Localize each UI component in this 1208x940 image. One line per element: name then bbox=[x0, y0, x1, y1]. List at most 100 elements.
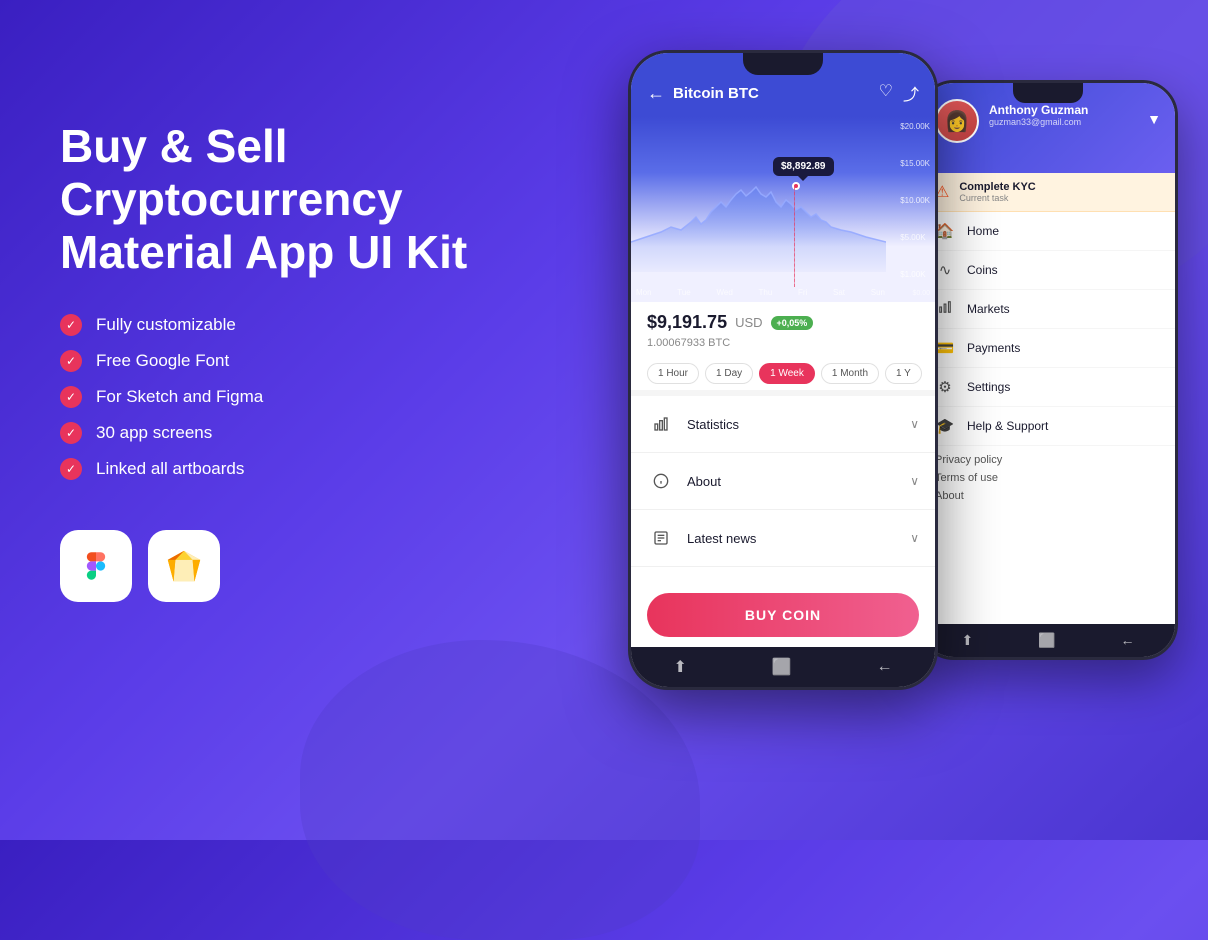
user-info: Anthony Guzman guzman33@gmail.com bbox=[989, 103, 1088, 127]
home-label: Home bbox=[967, 224, 999, 238]
price-row: $9,191.75 USD +0,05% bbox=[647, 312, 919, 333]
home-icon: 🏠 bbox=[935, 222, 955, 240]
menu-item-news[interactable]: Latest news ∨ bbox=[631, 510, 935, 567]
privacy-link[interactable]: Privacy policy bbox=[935, 454, 1161, 466]
kyc-text-group: Complete KYC Current task bbox=[959, 181, 1035, 203]
heart-icon[interactable]: ♡ bbox=[879, 81, 893, 105]
day-wed: Wed bbox=[716, 288, 732, 297]
chart-label-20k: $20.00K bbox=[900, 122, 930, 131]
coins-icon: ∿ bbox=[935, 261, 955, 279]
day-sat: Sat bbox=[833, 288, 845, 297]
kyc-title: Complete KYC bbox=[959, 181, 1035, 193]
price-value: $9,191.75 bbox=[647, 312, 727, 333]
day-fri: Fri bbox=[798, 288, 807, 297]
chart-label-15k: $15.00K bbox=[900, 159, 930, 168]
phone2-nav-recent[interactable]: ← bbox=[1121, 632, 1135, 649]
phone2-screen: 👩 Anthony Guzman guzman33@gmail.com ▼ ⚠ … bbox=[921, 83, 1175, 657]
nav2-item-settings[interactable]: ⚙ Settings bbox=[921, 368, 1175, 407]
phone-notch bbox=[743, 53, 823, 75]
statistics-label: Statistics bbox=[687, 417, 739, 432]
check-icon: ✓ bbox=[60, 314, 82, 336]
check-icon: ✓ bbox=[60, 422, 82, 444]
nav-recent-icon[interactable]: ← bbox=[877, 658, 893, 676]
nav2-item-help[interactable]: 🎓 Help & Support bbox=[921, 407, 1175, 446]
price-currency: USD bbox=[735, 315, 762, 330]
markets-label: Markets bbox=[967, 302, 1010, 316]
phone-nav-bar: ⬆ ⬜ ← bbox=[631, 647, 935, 687]
user-name: Anthony Guzman bbox=[989, 103, 1088, 117]
day-tue: Tue bbox=[677, 288, 691, 297]
nav2-item-coins[interactable]: ∿ Coins bbox=[921, 251, 1175, 290]
phone2-nav-bar: ⬆ ⬜ ← bbox=[921, 624, 1175, 657]
chevron-down-icon: ∨ bbox=[910, 417, 919, 431]
share-icon[interactable]: ⤴ bbox=[903, 81, 919, 105]
left-section: Buy & SellCryptocurrencyMaterial App UI … bbox=[60, 120, 560, 602]
feature-item: ✓ Fully customizable bbox=[60, 314, 560, 336]
user-email: guzman33@gmail.com bbox=[989, 117, 1088, 127]
phone-screen: ← Bitcoin BTC ♡ ⤴ $20.00K $15.00K $10.00… bbox=[631, 53, 935, 687]
phone2-notch bbox=[1013, 83, 1083, 103]
nav-home-icon[interactable]: ⬜ bbox=[772, 657, 792, 677]
help-icon: 🎓 bbox=[935, 417, 955, 435]
chart-label-5k: $5.00K bbox=[900, 233, 930, 242]
statistics-icon bbox=[647, 410, 675, 438]
chart-price-zero: $0.00 bbox=[912, 290, 930, 297]
check-icon: ✓ bbox=[60, 386, 82, 408]
menu-item-statistics[interactable]: Statistics ∨ bbox=[631, 396, 935, 453]
chart-tooltip: $8,892.89 bbox=[773, 157, 834, 176]
phone2-footer: Privacy policy Terms of use About bbox=[921, 446, 1175, 510]
tool-logos bbox=[60, 530, 560, 602]
kyc-subtitle: Current task bbox=[959, 193, 1035, 203]
about-label: About bbox=[687, 474, 721, 489]
info-icon bbox=[647, 467, 675, 495]
settings-label: Settings bbox=[967, 380, 1010, 394]
chevron-down-icon: ∨ bbox=[910, 474, 919, 488]
menu-item-about[interactable]: About ∨ bbox=[631, 453, 935, 510]
nav2-item-home[interactable]: 🏠 Home bbox=[921, 212, 1175, 251]
time-btn-1month[interactable]: 1 Month bbox=[821, 363, 879, 384]
phone-secondary: 👩 Anthony Guzman guzman33@gmail.com ▼ ⚠ … bbox=[918, 80, 1178, 660]
buy-coin-button[interactable]: BUY COIN bbox=[647, 593, 919, 637]
chart-day-labels: Mon Tue Wed Thu Fri Sat Sun bbox=[636, 288, 885, 297]
back-arrow-icon[interactable]: ← bbox=[647, 83, 665, 104]
feature-text: Linked all artboards bbox=[96, 459, 244, 479]
nav2-item-payments[interactable]: 💳 Payments bbox=[921, 329, 1175, 368]
phones-container: ← Bitcoin BTC ♡ ⤴ $20.00K $15.00K $10.00… bbox=[628, 50, 1178, 690]
news-label: Latest news bbox=[687, 531, 756, 546]
price-section: $9,191.75 USD +0,05% 1.00067933 BTC bbox=[631, 302, 935, 357]
chart-area: $20.00K $15.00K $10.00K $5.00K $1.00K bbox=[631, 117, 935, 302]
phone-main: ← Bitcoin BTC ♡ ⤴ $20.00K $15.00K $10.00… bbox=[628, 50, 938, 690]
nav-back-icon[interactable]: ⬆ bbox=[673, 657, 686, 677]
day-mon: Mon bbox=[636, 288, 652, 297]
feature-text: Free Google Font bbox=[96, 351, 229, 371]
dropdown-arrow-icon[interactable]: ▼ bbox=[1147, 111, 1161, 127]
help-label: Help & Support bbox=[967, 419, 1048, 433]
kyc-banner[interactable]: ⚠ Complete KYC Current task bbox=[921, 173, 1175, 212]
chart-svg bbox=[631, 152, 886, 272]
nav2-item-markets[interactable]: Markets bbox=[921, 290, 1175, 329]
settings-icon: ⚙ bbox=[935, 378, 955, 396]
phone2-nav-home[interactable]: ⬜ bbox=[1038, 632, 1055, 649]
features-list: ✓ Fully customizable ✓ Free Google Font … bbox=[60, 314, 560, 480]
time-btn-1y[interactable]: 1 Y bbox=[885, 363, 922, 384]
chart-label-1k: $1.00K bbox=[900, 270, 930, 279]
terms-link[interactable]: Terms of use bbox=[935, 472, 1161, 484]
menu-item-left: Latest news bbox=[647, 524, 756, 552]
time-btn-1hour[interactable]: 1 Hour bbox=[647, 363, 699, 384]
payments-label: Payments bbox=[967, 341, 1020, 355]
about-link[interactable]: About bbox=[935, 490, 1161, 502]
sketch-logo bbox=[148, 530, 220, 602]
feature-item: ✓ 30 app screens bbox=[60, 422, 560, 444]
figma-logo bbox=[60, 530, 132, 602]
day-sun: Sun bbox=[871, 288, 885, 297]
news-icon bbox=[647, 524, 675, 552]
user-avatar: 👩 bbox=[935, 99, 979, 143]
menu-item-left: About bbox=[647, 467, 721, 495]
coins-label: Coins bbox=[967, 263, 998, 277]
time-btn-1week[interactable]: 1 Week bbox=[759, 363, 815, 384]
check-icon: ✓ bbox=[60, 458, 82, 480]
phone2-nav-back[interactable]: ⬆ bbox=[961, 632, 973, 649]
time-btn-1day[interactable]: 1 Day bbox=[705, 363, 753, 384]
check-icon: ✓ bbox=[60, 350, 82, 372]
feature-text: 30 app screens bbox=[96, 423, 212, 443]
